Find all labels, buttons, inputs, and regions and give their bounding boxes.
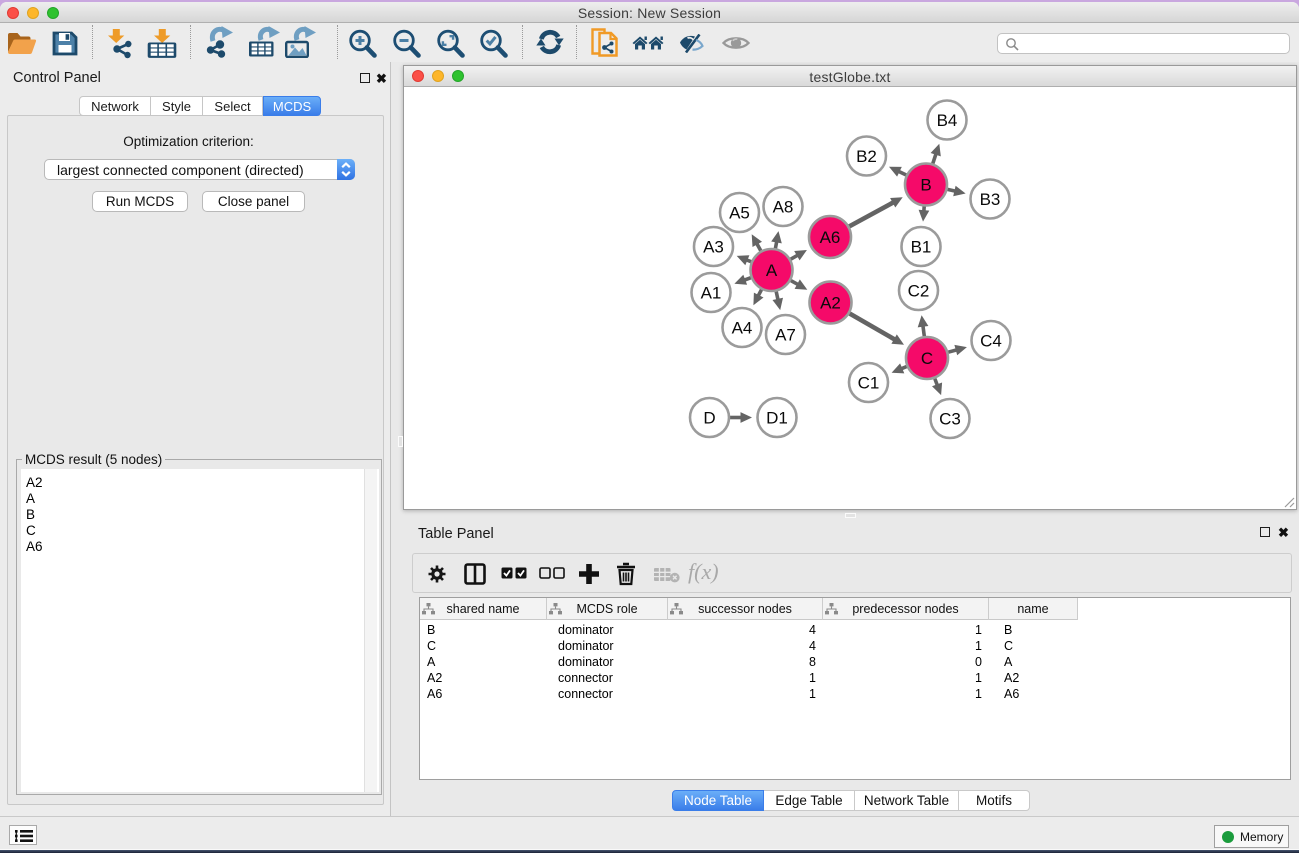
svg-text:D1: D1: [766, 409, 788, 428]
svg-text:C1: C1: [858, 374, 880, 393]
svg-text:C3: C3: [939, 410, 961, 429]
svg-text:A5: A5: [729, 204, 750, 223]
svg-text:A8: A8: [773, 198, 794, 217]
svg-text:A7: A7: [775, 326, 796, 345]
svg-text:A6: A6: [820, 228, 841, 247]
svg-text:A1: A1: [701, 284, 722, 303]
svg-text:A: A: [766, 261, 778, 280]
svg-text:C: C: [921, 349, 933, 368]
svg-text:D: D: [703, 409, 715, 428]
svg-text:B1: B1: [911, 238, 932, 257]
svg-text:B4: B4: [937, 111, 958, 130]
svg-text:A2: A2: [820, 294, 841, 313]
svg-text:A4: A4: [732, 319, 753, 338]
svg-text:A3: A3: [703, 238, 724, 257]
svg-text:B2: B2: [856, 147, 877, 166]
svg-text:B: B: [920, 176, 931, 195]
svg-text:C4: C4: [980, 332, 1002, 351]
svg-text:C2: C2: [908, 282, 930, 301]
svg-text:B3: B3: [980, 190, 1001, 209]
